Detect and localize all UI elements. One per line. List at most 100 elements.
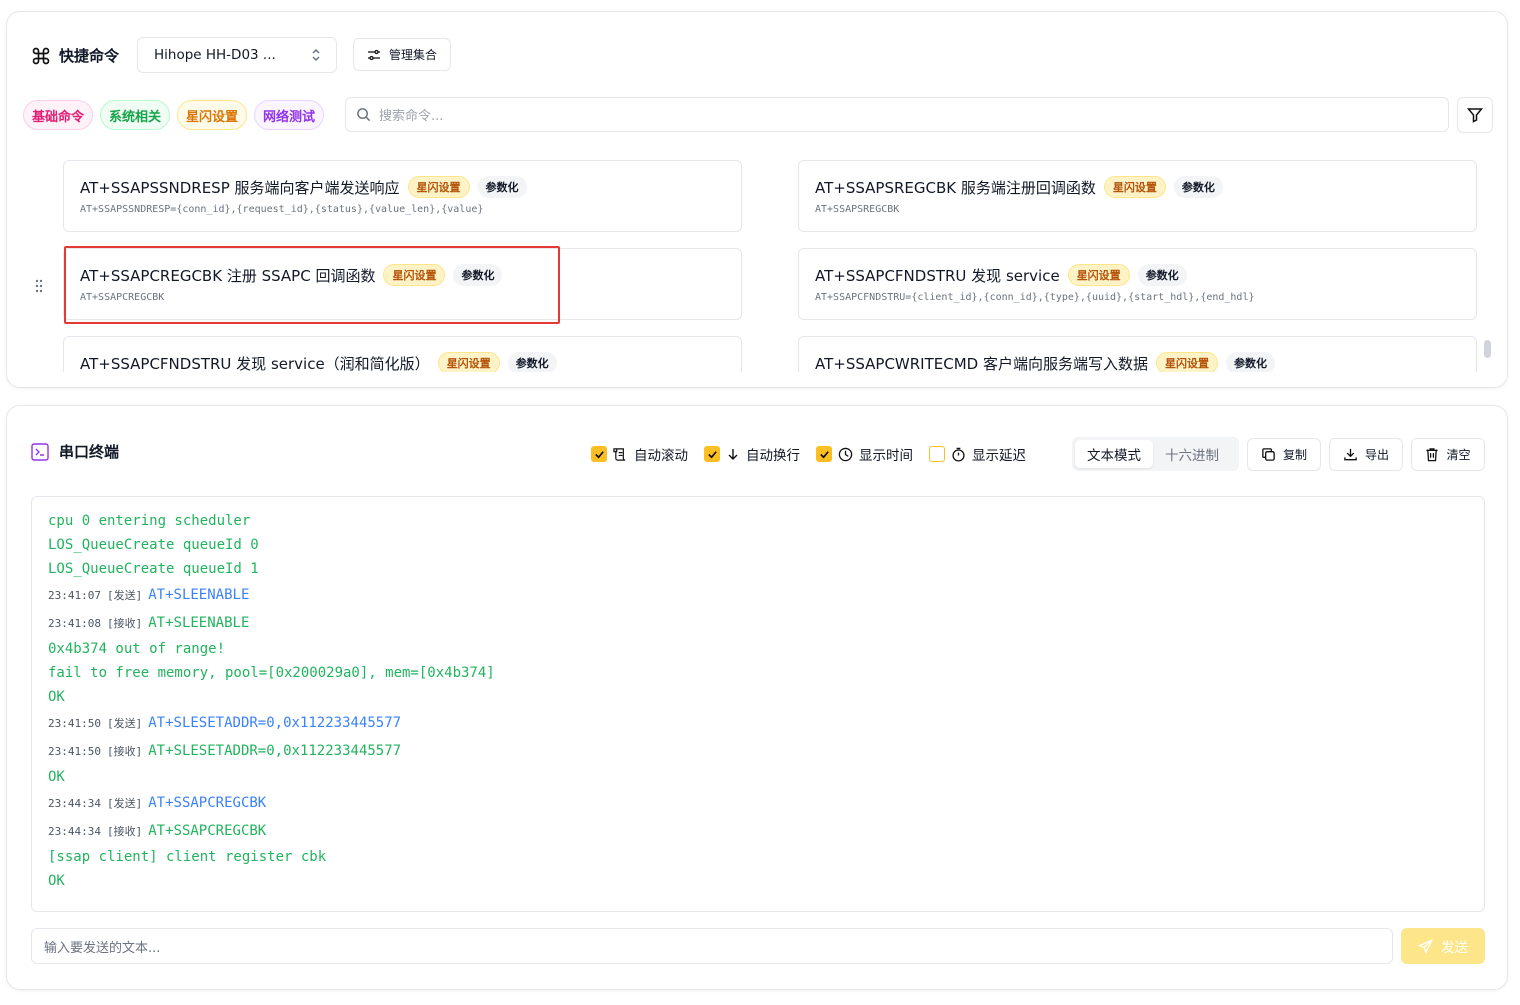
terminal-line: [ssap client] client register cbk — [48, 845, 1468, 869]
line-text: 0x4b374 out of range! — [48, 641, 226, 657]
tag-label: 网络测试 — [263, 109, 316, 125]
quick-commands-panel: 快捷命令 Hihope HH-D03 ... 管理集合 基础命令 系统相关 星闪… — [6, 11, 1508, 388]
terminal-options: 自动滚动 自动换行 显示时间 显示延迟 — [591, 444, 1042, 464]
line-timestamp: 23:41:50 — [48, 717, 101, 730]
command-card[interactable]: AT+SSAPCFNDSTRU 发现 service 星闪设置 参数化 AT+SSA… — [798, 248, 1477, 320]
tag-sle-settings[interactable]: 星闪设置 — [177, 100, 248, 130]
option-auto-scroll[interactable]: 自动滚动 — [591, 444, 688, 464]
command-card[interactable]: AT+SSAPSSNDRESP 服务端向客户端发送响应 星闪设置 参数化 AT+SS… — [63, 160, 742, 232]
tag-network-test[interactable]: 网络测试 — [254, 100, 325, 130]
command-search-input[interactable]: 搜索命令... — [345, 97, 1449, 132]
trash-icon — [1426, 448, 1439, 462]
option-show-time[interactable]: 显示时间 — [816, 444, 913, 464]
terminal-line: LOS_QueueCreate queueId 1 — [48, 557, 1468, 581]
send-input-placeholder: 输入要发送的文本... — [44, 940, 161, 956]
line-text: [ssap client] client register cbk — [48, 849, 327, 865]
line-timestamp: 23:44:34 — [48, 797, 101, 810]
line-direction: [接收] — [106, 745, 143, 758]
export-button[interactable]: 导出 — [1329, 438, 1403, 471]
line-direction: [接收] — [106, 825, 143, 838]
command-syntax: AT+SSAPSSNDRESP={conn_id},{request_id},{… — [80, 204, 484, 215]
terminal-line: 23:41:50 [接收] AT+SLESETADDR=0,0x1122334455… — [48, 737, 1468, 765]
line-timestamp: 23:44:34 — [48, 825, 101, 838]
terminal-line: cpu 0 entering scheduler — [48, 509, 1468, 533]
badge-parameterized: 参数化 — [477, 176, 527, 198]
terminal-line: LOS_QueueCreate queueId 0 — [48, 533, 1468, 557]
command-syntax: AT+SSAPCFNDSTRU={client_id},{conn_id},{t… — [815, 292, 1255, 303]
line-text: AT+SLEENABLE — [148, 615, 250, 631]
option-show-delay[interactable]: 显示延迟 — [929, 444, 1026, 464]
tag-label: 系统相关 — [109, 109, 162, 125]
line-direction: [发送] — [106, 589, 143, 602]
send-label: 发送 — [1441, 940, 1468, 956]
terminal-line: 23:41:08 [接收] AT+SLEENABLE — [48, 609, 1468, 637]
drag-handle-icon[interactable] — [35, 278, 43, 297]
mode-text[interactable]: 文本模式 — [1075, 440, 1153, 468]
command-card[interactable]: AT+SSAPSREGCBK 服务端注册回调函数 星闪设置 参数化 AT+SSAPS… — [798, 160, 1477, 232]
command-list-scrollbar[interactable] — [1484, 340, 1491, 358]
terminal-line: 23:44:34 [发送] AT+SSAPCREGCBK — [48, 789, 1468, 817]
send-button[interactable]: 发送 — [1401, 928, 1485, 964]
option-label: 显示时间 — [859, 448, 913, 464]
timer-icon — [952, 447, 965, 462]
filter-icon — [1467, 108, 1483, 123]
terminal-output[interactable]: cpu 0 entering scheduler LOS_QueueCreate … — [31, 496, 1485, 912]
copy-button[interactable]: 复制 — [1247, 438, 1321, 471]
command-list: AT+SSAPSSNDRESP 服务端向客户端发送响应 星闪设置 参数化 AT+SS… — [7, 152, 1482, 372]
filter-button[interactable] — [1457, 97, 1493, 133]
line-text: AT+SLESETADDR=0,0x112233445577 — [148, 743, 402, 759]
command-card[interactable]: AT+SSAPCFNDSTRU 发现 service（润和简化版） 星闪设置 参数化 — [63, 336, 742, 372]
command-card[interactable]: AT+SSAPCWRITECMD 客户端向服务端写入数据 星闪设置 参数化 — [798, 336, 1477, 372]
tag-system[interactable]: 系统相关 — [100, 100, 171, 130]
command-title: AT+SSAPSSNDRESP 服务端向客户端发送响应 — [80, 178, 400, 197]
category-tags: 基础命令 系统相关 星闪设置 网络测试 — [23, 100, 325, 130]
terminal-line: OK — [48, 685, 1468, 709]
terminal-line: 23:41:50 [发送] AT+SLESETADDR=0,0x1122334455… — [48, 709, 1468, 737]
line-text: OK — [48, 689, 65, 705]
option-label: 自动换行 — [746, 448, 800, 464]
selection-highlight — [64, 246, 560, 324]
scroll-icon — [613, 447, 626, 461]
terminal-line: 0x4b374 out of range! — [48, 637, 1468, 661]
device-select[interactable]: Hihope HH-D03 ... — [137, 37, 337, 73]
checkbox-checked[interactable] — [816, 446, 832, 462]
device-select-value: Hihope HH-D03 ... — [154, 47, 276, 63]
option-label: 自动滚动 — [634, 448, 688, 464]
terminal-line: 23:44:34 [接收] AT+SSAPCREGCBK — [48, 817, 1468, 845]
send-text-input[interactable]: 输入要发送的文本... — [31, 928, 1393, 964]
checkbox-unchecked[interactable] — [929, 446, 945, 462]
quick-commands-title: 快捷命令 — [59, 47, 120, 65]
command-title: AT+SSAPCFNDSTRU 发现 service — [815, 266, 1060, 285]
checkbox-checked[interactable] — [704, 446, 720, 462]
badge-parameterized: 参数化 — [1225, 352, 1275, 372]
mode-hex[interactable]: 十六进制 — [1153, 440, 1231, 468]
send-icon — [1418, 938, 1433, 954]
line-text: AT+SLESETADDR=0,0x112233445577 — [148, 715, 402, 731]
command-title: AT+SSAPCFNDSTRU 发现 service（润和简化版） — [80, 354, 430, 373]
badge-sle: 星闪设置 — [407, 176, 470, 198]
quick-commands-header: 快捷命令 — [31, 45, 119, 66]
command-title: AT+SSAPCWRITECMD 客户端向服务端写入数据 — [815, 354, 1148, 373]
option-auto-wrap[interactable]: 自动换行 — [704, 444, 800, 464]
command-key-icon — [32, 47, 50, 64]
terminal-line: OK — [48, 869, 1468, 893]
copy-label: 复制 — [1282, 448, 1307, 462]
display-mode-toggle: 文本模式 十六进制 — [1072, 437, 1239, 471]
download-icon — [1344, 448, 1357, 461]
line-timestamp: 23:41:50 — [48, 745, 101, 758]
line-direction: [接收] — [106, 617, 143, 630]
line-text: OK — [48, 769, 65, 785]
manage-collections-label: 管理集合 — [388, 48, 437, 62]
tag-basic-commands[interactable]: 基础命令 — [23, 100, 94, 130]
badge-parameterized: 参数化 — [1137, 264, 1187, 286]
manage-collections-button[interactable]: 管理集合 — [353, 38, 451, 71]
copy-icon — [1262, 448, 1275, 461]
clear-button[interactable]: 清空 — [1411, 438, 1485, 471]
tag-label: 星闪设置 — [186, 109, 239, 125]
line-text: LOS_QueueCreate queueId 1 — [48, 561, 259, 577]
checkbox-checked[interactable] — [591, 446, 607, 462]
tag-label: 基础命令 — [32, 109, 85, 125]
line-text: AT+SLEENABLE — [148, 587, 250, 603]
search-placeholder: 搜索命令... — [379, 109, 444, 124]
badge-parameterized: 参数化 — [1173, 176, 1223, 198]
